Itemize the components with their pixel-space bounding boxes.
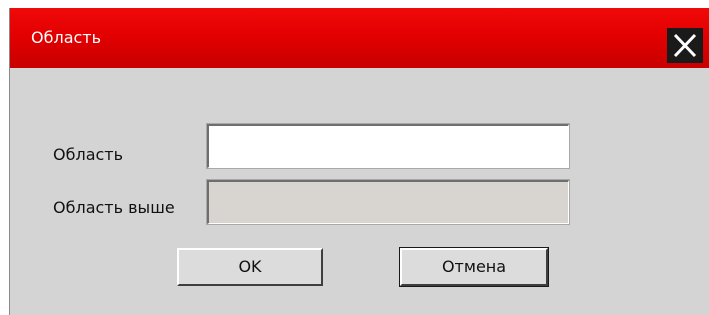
title-bar[interactable]: Область bbox=[10, 8, 709, 68]
cancel-button[interactable]: Отмена bbox=[399, 247, 549, 287]
parent-area-input bbox=[206, 179, 570, 225]
area-input[interactable] bbox=[206, 123, 570, 169]
dialog-window: Область Область Область выше OK Отмена bbox=[9, 8, 709, 315]
parent-area-label: Область выше bbox=[53, 198, 175, 217]
close-icon bbox=[673, 33, 697, 58]
window-title: Область bbox=[31, 28, 102, 47]
close-button[interactable] bbox=[667, 28, 703, 63]
area-label: Область bbox=[53, 145, 124, 164]
ok-button[interactable]: OK bbox=[177, 248, 323, 286]
